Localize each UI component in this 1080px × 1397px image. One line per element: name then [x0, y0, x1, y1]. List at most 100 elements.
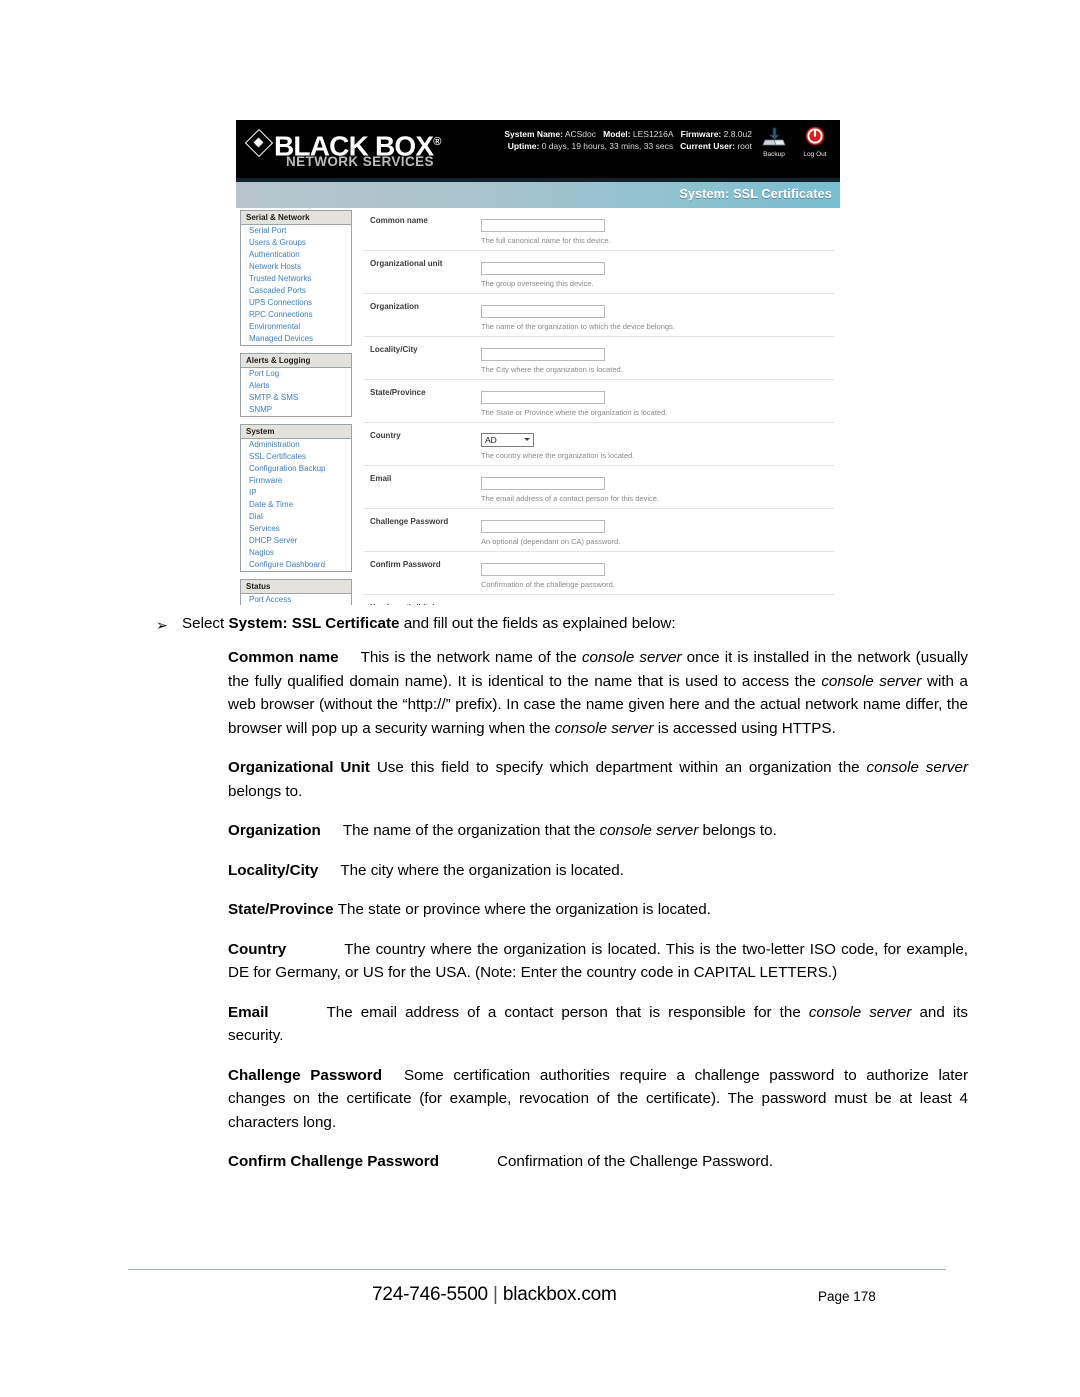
footer-contact: 724-746-5500 | blackbox.com: [372, 1284, 617, 1306]
backup-button[interactable]: Backup: [757, 126, 791, 159]
label-locality-city: Locality/City: [370, 345, 418, 354]
sidebar-item-authentication[interactable]: Authentication: [241, 249, 351, 261]
sidebar-item-port-access[interactable]: Port Access: [241, 594, 351, 605]
logo-tagline: NETWORK SERVICES: [286, 154, 434, 169]
document-body: ➢ Select System: SSL Certificate and fill…: [0, 612, 1080, 1190]
sidebar-item-ip[interactable]: IP: [241, 487, 351, 499]
paragraph-state-province: State/Province The state or province whe…: [0, 898, 1080, 922]
help-country: The country where the organization is lo…: [481, 451, 635, 460]
field-row-organization: Organization The name of the organizatio…: [364, 294, 834, 337]
system-info-line-1: System Name: ACSdoc Model: LES1216A Firm…: [504, 129, 752, 141]
term-common-name: Common name: [228, 649, 339, 666]
sidebar-item-administration[interactable]: Administration: [241, 439, 351, 451]
sidebar-heading-system: System: [241, 425, 351, 439]
sidebar-item-dhcp-server[interactable]: DHCP Server: [241, 535, 351, 547]
paragraph-organization: Organization The name of the organization…: [0, 819, 1080, 843]
device-masthead: BLACK BOX® NETWORK SERVICES System Name:…: [236, 120, 840, 178]
sidebar-item-alerts[interactable]: Alerts: [241, 380, 351, 392]
paragraph-organizational-unit: Organizational Unit Use this field to sp…: [0, 756, 1080, 803]
term-state-province: State/Province: [228, 901, 334, 918]
system-name-value: ACSdoc: [564, 129, 597, 139]
current-user-label: Current User:: [680, 140, 735, 151]
sidebar-group-system: System Administration SSL Certificates C…: [240, 424, 352, 572]
device-body: Serial & Network Serial Port Users & Gro…: [236, 208, 840, 605]
footer-page-number: Page 178: [818, 1289, 876, 1304]
label-organization: Organization: [370, 302, 419, 311]
sidebar-item-serial-port[interactable]: Serial Port: [241, 225, 351, 237]
sidebar-item-cascaded-ports[interactable]: Cascaded Ports: [241, 285, 351, 297]
sidebar-item-ssl-certificates[interactable]: SSL Certificates: [241, 451, 351, 463]
sidebar-item-nagios[interactable]: Nagios: [241, 547, 351, 559]
sidebar-item-smtp-sms[interactable]: SMTP & SMS: [241, 392, 351, 404]
sidebar-item-network-hosts[interactable]: Network Hosts: [241, 261, 351, 273]
device-web-ui-screenshot: BLACK BOX® NETWORK SERVICES System Name:…: [236, 120, 840, 605]
lead-after: and fill out the fields as explained bel…: [399, 615, 676, 632]
paragraph-common-name: Common name This is the network name of t…: [0, 646, 1080, 740]
body-locality-city: The city where the organization is locat…: [340, 861, 624, 879]
input-organization[interactable]: [481, 305, 605, 318]
paragraph-challenge-password: Challenge Password Some certification aut…: [0, 1064, 1080, 1135]
logout-label: Log Out: [803, 151, 827, 158]
select-country[interactable]: AD: [481, 433, 534, 447]
term-country: Country: [228, 940, 287, 958]
help-common-name: The full canonical name for this device.: [481, 236, 611, 245]
sidebar-item-configuration-backup[interactable]: Configuration Backup: [241, 463, 351, 475]
input-organizational-unit[interactable]: [481, 262, 605, 275]
body-confirm-challenge-password: Confirmation of the Challenge Password.: [496, 1153, 774, 1170]
sidebar-item-snmp[interactable]: SNMP: [241, 404, 351, 416]
sidebar-item-configure-dashboard[interactable]: Configure Dashboard: [241, 559, 351, 571]
footer-separator: |: [493, 1284, 498, 1305]
sidebar-item-date-time[interactable]: Date & Time: [241, 499, 351, 511]
select-country-value: AD: [485, 435, 497, 445]
input-common-name[interactable]: [481, 219, 605, 232]
logo-trademark: ®: [433, 136, 441, 148]
term-organization: Organization: [228, 822, 321, 839]
field-row-country: Country AD The country where the organiz…: [364, 423, 834, 466]
help-challenge-password: An optional (dependant on CA) password.: [481, 537, 621, 546]
chevron-down-icon: [524, 438, 530, 441]
body-email: The email address of a contact person th…: [228, 1003, 969, 1045]
sidebar-nav: Serial & Network Serial Port Users & Gro…: [240, 210, 352, 605]
term-organizational-unit: Organizational Unit: [228, 759, 370, 776]
sidebar-item-services[interactable]: Services: [241, 523, 351, 535]
sidebar-item-users-groups[interactable]: Users & Groups: [241, 237, 351, 249]
footer-phone: 724-746-5500: [372, 1284, 488, 1305]
input-state-province[interactable]: [481, 391, 605, 404]
page-title-bar: System: SSL Certificates: [236, 182, 840, 208]
label-common-name: Common name: [370, 216, 428, 225]
sidebar-heading-serial-network: Serial & Network: [241, 211, 351, 225]
field-row-confirm-password: Confirm Password Confirmation of the cha…: [364, 552, 834, 595]
input-confirm-password[interactable]: [481, 563, 605, 576]
sidebar-item-environmental[interactable]: Environmental: [241, 321, 351, 333]
firmware-value: 2.8.0u2: [723, 129, 752, 139]
uptime-value: 0 days, 19 hours, 33 mins, 33 secs: [541, 140, 674, 151]
lead-instruction: ➢ Select System: SSL Certificate and fill…: [0, 612, 1080, 636]
field-row-key-length: Key Length (bits) 512 Length of generate…: [364, 595, 834, 605]
term-challenge-password: Challenge Password: [228, 1066, 382, 1084]
paragraph-locality-city: Locality/City The city where the organiza…: [0, 859, 1080, 883]
logout-button[interactable]: Log Out: [798, 126, 832, 159]
sidebar-item-port-log[interactable]: Port Log: [241, 368, 351, 380]
term-locality-city: Locality/City: [228, 861, 319, 879]
body-state-province: The state or province where the organiza…: [337, 901, 711, 918]
footer-website: blackbox.com: [502, 1284, 617, 1305]
ssl-certificate-form: Common name The full canonical name for …: [364, 208, 834, 605]
body-country: The country where the organization is lo…: [228, 940, 968, 982]
sidebar-item-rpc-connections[interactable]: RPC Connections: [241, 309, 351, 321]
sidebar-item-firmware[interactable]: Firmware: [241, 475, 351, 487]
footer-divider: [128, 1269, 946, 1270]
input-challenge-password[interactable]: [481, 520, 605, 533]
sidebar-group-alerts-logging: Alerts & Logging Port Log Alerts SMTP & …: [240, 353, 352, 417]
input-locality-city[interactable]: [481, 348, 605, 361]
sidebar-item-dial[interactable]: Dial: [241, 511, 351, 523]
sidebar-item-managed-devices[interactable]: Managed Devices: [241, 333, 351, 345]
sidebar-group-status: Status Port Access: [240, 579, 352, 605]
model-label: Model:: [603, 129, 631, 139]
sidebar-item-trusted-networks[interactable]: Trusted Networks: [241, 273, 351, 285]
field-row-common-name: Common name The full canonical name for …: [364, 208, 834, 251]
sidebar-item-ups-connections[interactable]: UPS Connections: [241, 297, 351, 309]
help-state-province: The State or Province where the organiza…: [481, 408, 668, 417]
help-confirm-password: Confirmation of the challenge password.: [481, 580, 615, 589]
input-email[interactable]: [481, 477, 605, 490]
body-organization: The name of the organization that the co…: [342, 822, 777, 839]
